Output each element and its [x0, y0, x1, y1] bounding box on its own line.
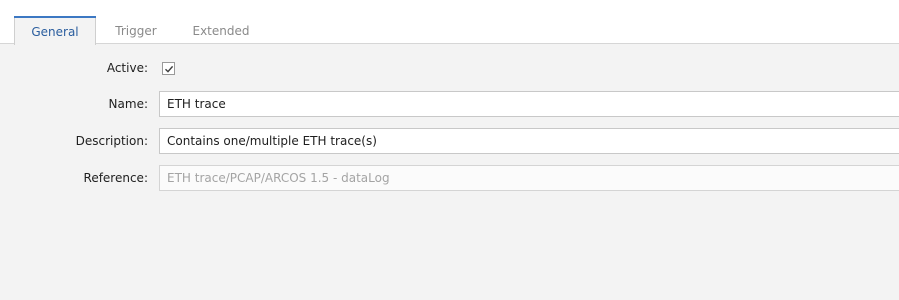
active-label: Active:	[106, 61, 148, 75]
name-field[interactable]: ETH trace	[159, 91, 899, 117]
tab-general[interactable]: General	[14, 16, 96, 45]
active-checkbox[interactable]	[162, 62, 175, 75]
name-label: Name:	[108, 97, 148, 111]
tab-trigger[interactable]: Trigger	[101, 16, 171, 44]
check-icon	[165, 65, 174, 73]
reference-field: ETH trace/PCAP/ARCOS 1.5 - dataLog	[159, 165, 899, 191]
description-field[interactable]: Contains one/multiple ETH trace(s)	[159, 128, 899, 154]
reference-label: Reference:	[83, 171, 148, 185]
tab-extended[interactable]: Extended	[176, 16, 266, 44]
top-margin	[0, 0, 899, 16]
description-label: Description:	[75, 134, 148, 148]
